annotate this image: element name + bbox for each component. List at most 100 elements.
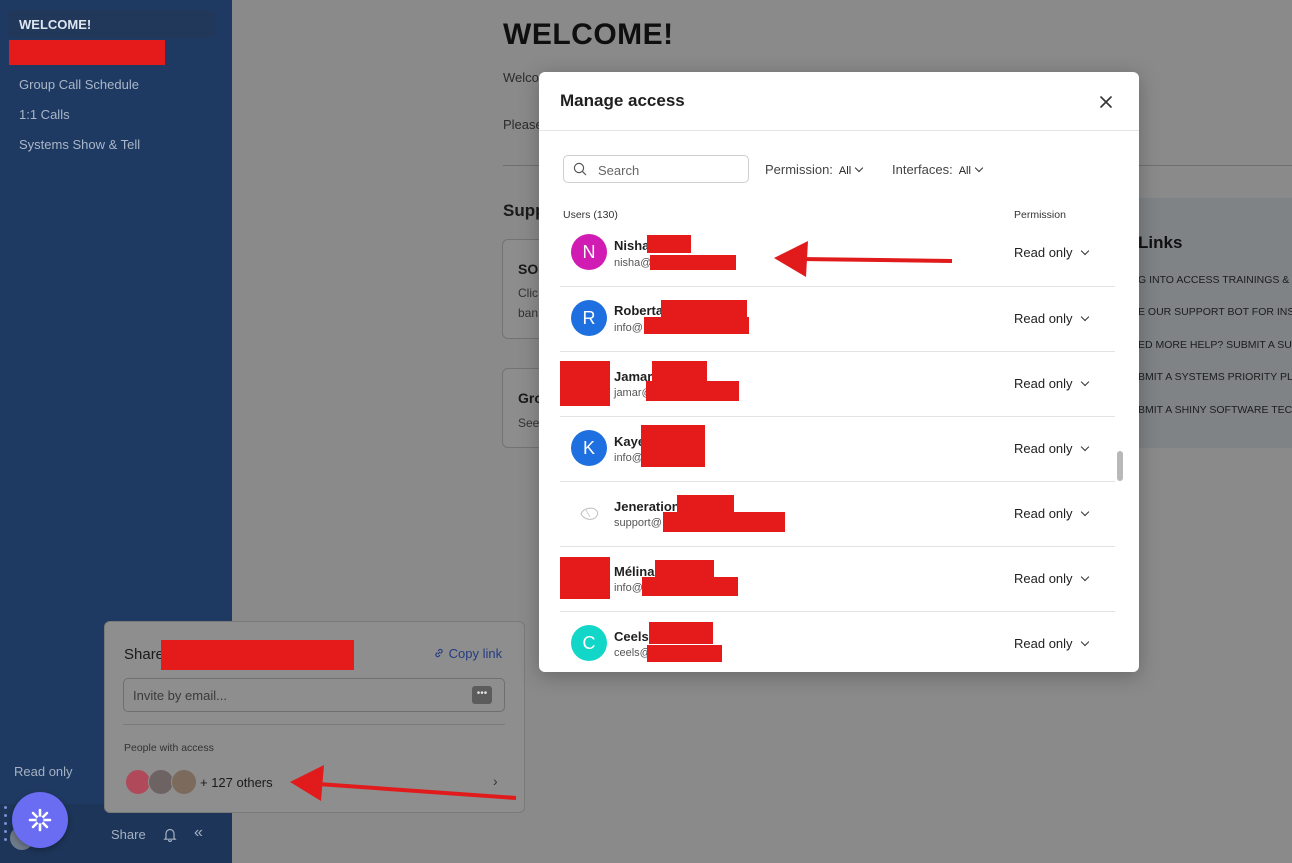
- divider: [123, 724, 505, 725]
- scrollbar[interactable]: [1117, 451, 1123, 481]
- permission-value: Read only: [1014, 311, 1073, 326]
- assistant-fab-button[interactable]: [12, 792, 68, 848]
- user-avatar: [571, 495, 607, 531]
- user-avatar: K: [571, 430, 607, 466]
- permission-column-header: Permission: [1014, 209, 1066, 221]
- permission-dropdown[interactable]: Read only: [1014, 376, 1089, 391]
- chevron-down-icon: [1080, 246, 1089, 256]
- copy-link-button[interactable]: Copy link: [433, 646, 502, 661]
- chevron-down-icon: [1080, 312, 1089, 322]
- table-row[interactable]: Jamar jamar@ Read only: [560, 351, 1115, 417]
- chevron-right-icon[interactable]: ›: [493, 773, 498, 789]
- redaction-block: [641, 425, 705, 467]
- user-avatar: [560, 361, 610, 406]
- modal-title: Manage access: [560, 91, 685, 110]
- manage-access-modal: Manage access Permission: All Interfaces:…: [539, 72, 1139, 672]
- redaction-block: [642, 577, 738, 596]
- filter-label: Interfaces:: [892, 162, 953, 177]
- permission-dropdown[interactable]: Read only: [1014, 441, 1089, 456]
- user-email: info@: [614, 322, 643, 334]
- redaction-block: [663, 512, 785, 532]
- chevron-down-icon: [1080, 377, 1089, 387]
- sidebar-item-label: WELCOME!: [19, 17, 92, 32]
- share-popup: Share Copy link Invite by email... ••• P…: [104, 621, 525, 813]
- link-icon: [435, 648, 443, 658]
- share-button[interactable]: Share: [111, 827, 146, 842]
- chevron-down-icon: [1080, 572, 1089, 582]
- interfaces-filter[interactable]: Interfaces: All: [892, 162, 984, 177]
- table-row[interactable]: Mélina info@ Read only: [560, 546, 1115, 612]
- chevron-down-icon: [1080, 507, 1089, 517]
- links-title: Links: [1138, 233, 1183, 252]
- redaction-block: [649, 622, 713, 644]
- copy-link-label: Copy link: [448, 646, 503, 661]
- user-list: N Nisha nisha@ Read only R Roberta info@…: [560, 230, 1115, 672]
- user-name: Ceels: [614, 629, 649, 644]
- users-column-header: Users (130): [563, 209, 618, 221]
- invite-email-input[interactable]: Invite by email... •••: [123, 678, 505, 712]
- permission-dropdown[interactable]: Read only: [1014, 245, 1089, 260]
- table-row[interactable]: Jeneration support@ Read only: [560, 481, 1115, 547]
- card-text: ban: [518, 306, 539, 320]
- share-title: Share: [124, 646, 165, 663]
- redaction-block: [647, 235, 691, 253]
- table-row[interactable]: K Kaye info@ Read only: [560, 416, 1115, 482]
- search-input[interactable]: [596, 160, 745, 180]
- link-item[interactable]: BMIT A SHINY SOFTWARE TEC: [1138, 404, 1292, 416]
- permission-dropdown[interactable]: Read only: [1014, 506, 1089, 521]
- table-row[interactable]: C Ceels ceels@ Read only: [560, 611, 1115, 672]
- collapse-sidebar-icon[interactable]: «: [194, 824, 203, 842]
- card-title: SO: [518, 261, 539, 277]
- redaction-block: [652, 361, 707, 383]
- permission-dropdown[interactable]: Read only: [1014, 636, 1089, 651]
- redaction-block: [161, 640, 354, 670]
- sidebar-item-welcome[interactable]: WELCOME!: [8, 10, 215, 38]
- page-title: WELCOME!: [503, 18, 674, 51]
- link-item[interactable]: E OUR SUPPORT BOT FOR INST: [1138, 306, 1292, 318]
- user-avatar: C: [571, 625, 607, 661]
- brand-logo-icon: [580, 507, 599, 520]
- permission-dropdown[interactable]: Read only: [1014, 311, 1089, 326]
- table-row[interactable]: R Roberta info@ Read only: [560, 286, 1115, 352]
- user-name: Roberta: [614, 303, 664, 318]
- redaction-block: [644, 317, 749, 334]
- redaction-block: [646, 381, 739, 401]
- user-email: support@: [614, 517, 662, 529]
- user-name: Nisha: [614, 238, 650, 253]
- drag-handle[interactable]: [4, 806, 8, 846]
- card-text: Clic: [518, 286, 538, 300]
- link-item[interactable]: G INTO ACCESS TRAININGS & T: [1138, 274, 1292, 286]
- permission-value: Read only: [1014, 376, 1073, 391]
- redaction-block: [647, 645, 722, 662]
- filter-value: All: [838, 165, 852, 177]
- user-email: ceels@: [614, 647, 651, 659]
- sidebar-item-systems-show-tell[interactable]: Systems Show & Tell: [19, 137, 140, 152]
- people-with-access-label: People with access: [124, 742, 214, 754]
- read-only-label: Read only: [14, 764, 73, 779]
- search-field[interactable]: [563, 155, 749, 183]
- card-text: See: [518, 416, 540, 430]
- link-item[interactable]: ED MORE HELP? SUBMIT A SU: [1138, 339, 1292, 351]
- chevron-down-icon: [854, 163, 864, 173]
- sidebar-item-group-call-schedule[interactable]: Group Call Schedule: [19, 77, 139, 92]
- redaction-block: [677, 495, 734, 513]
- table-row[interactable]: N Nisha nisha@ Read only: [560, 230, 1115, 287]
- permission-filter[interactable]: Permission: All: [765, 162, 864, 177]
- sidebar-item-1-1-calls[interactable]: 1:1 Calls: [19, 107, 70, 122]
- chevron-down-icon: [1080, 442, 1089, 452]
- close-icon[interactable]: [1094, 90, 1118, 114]
- permission-dropdown[interactable]: Read only: [1014, 571, 1089, 586]
- link-item[interactable]: BMIT A SYSTEMS PRIORITY PLA: [1138, 371, 1292, 383]
- filter-label: Permission:: [765, 162, 833, 177]
- redaction-block: [9, 40, 165, 65]
- others-count[interactable]: + 127 others: [200, 775, 273, 790]
- user-email: info@: [614, 452, 643, 464]
- chevron-down-icon: [974, 163, 984, 173]
- avatar: [171, 769, 197, 795]
- more-icon[interactable]: •••: [472, 686, 492, 704]
- user-email: nisha@: [614, 257, 652, 269]
- invite-placeholder: Invite by email...: [133, 688, 227, 703]
- permission-value: Read only: [1014, 506, 1073, 521]
- user-avatar: [560, 557, 610, 599]
- bell-icon[interactable]: [163, 827, 177, 847]
